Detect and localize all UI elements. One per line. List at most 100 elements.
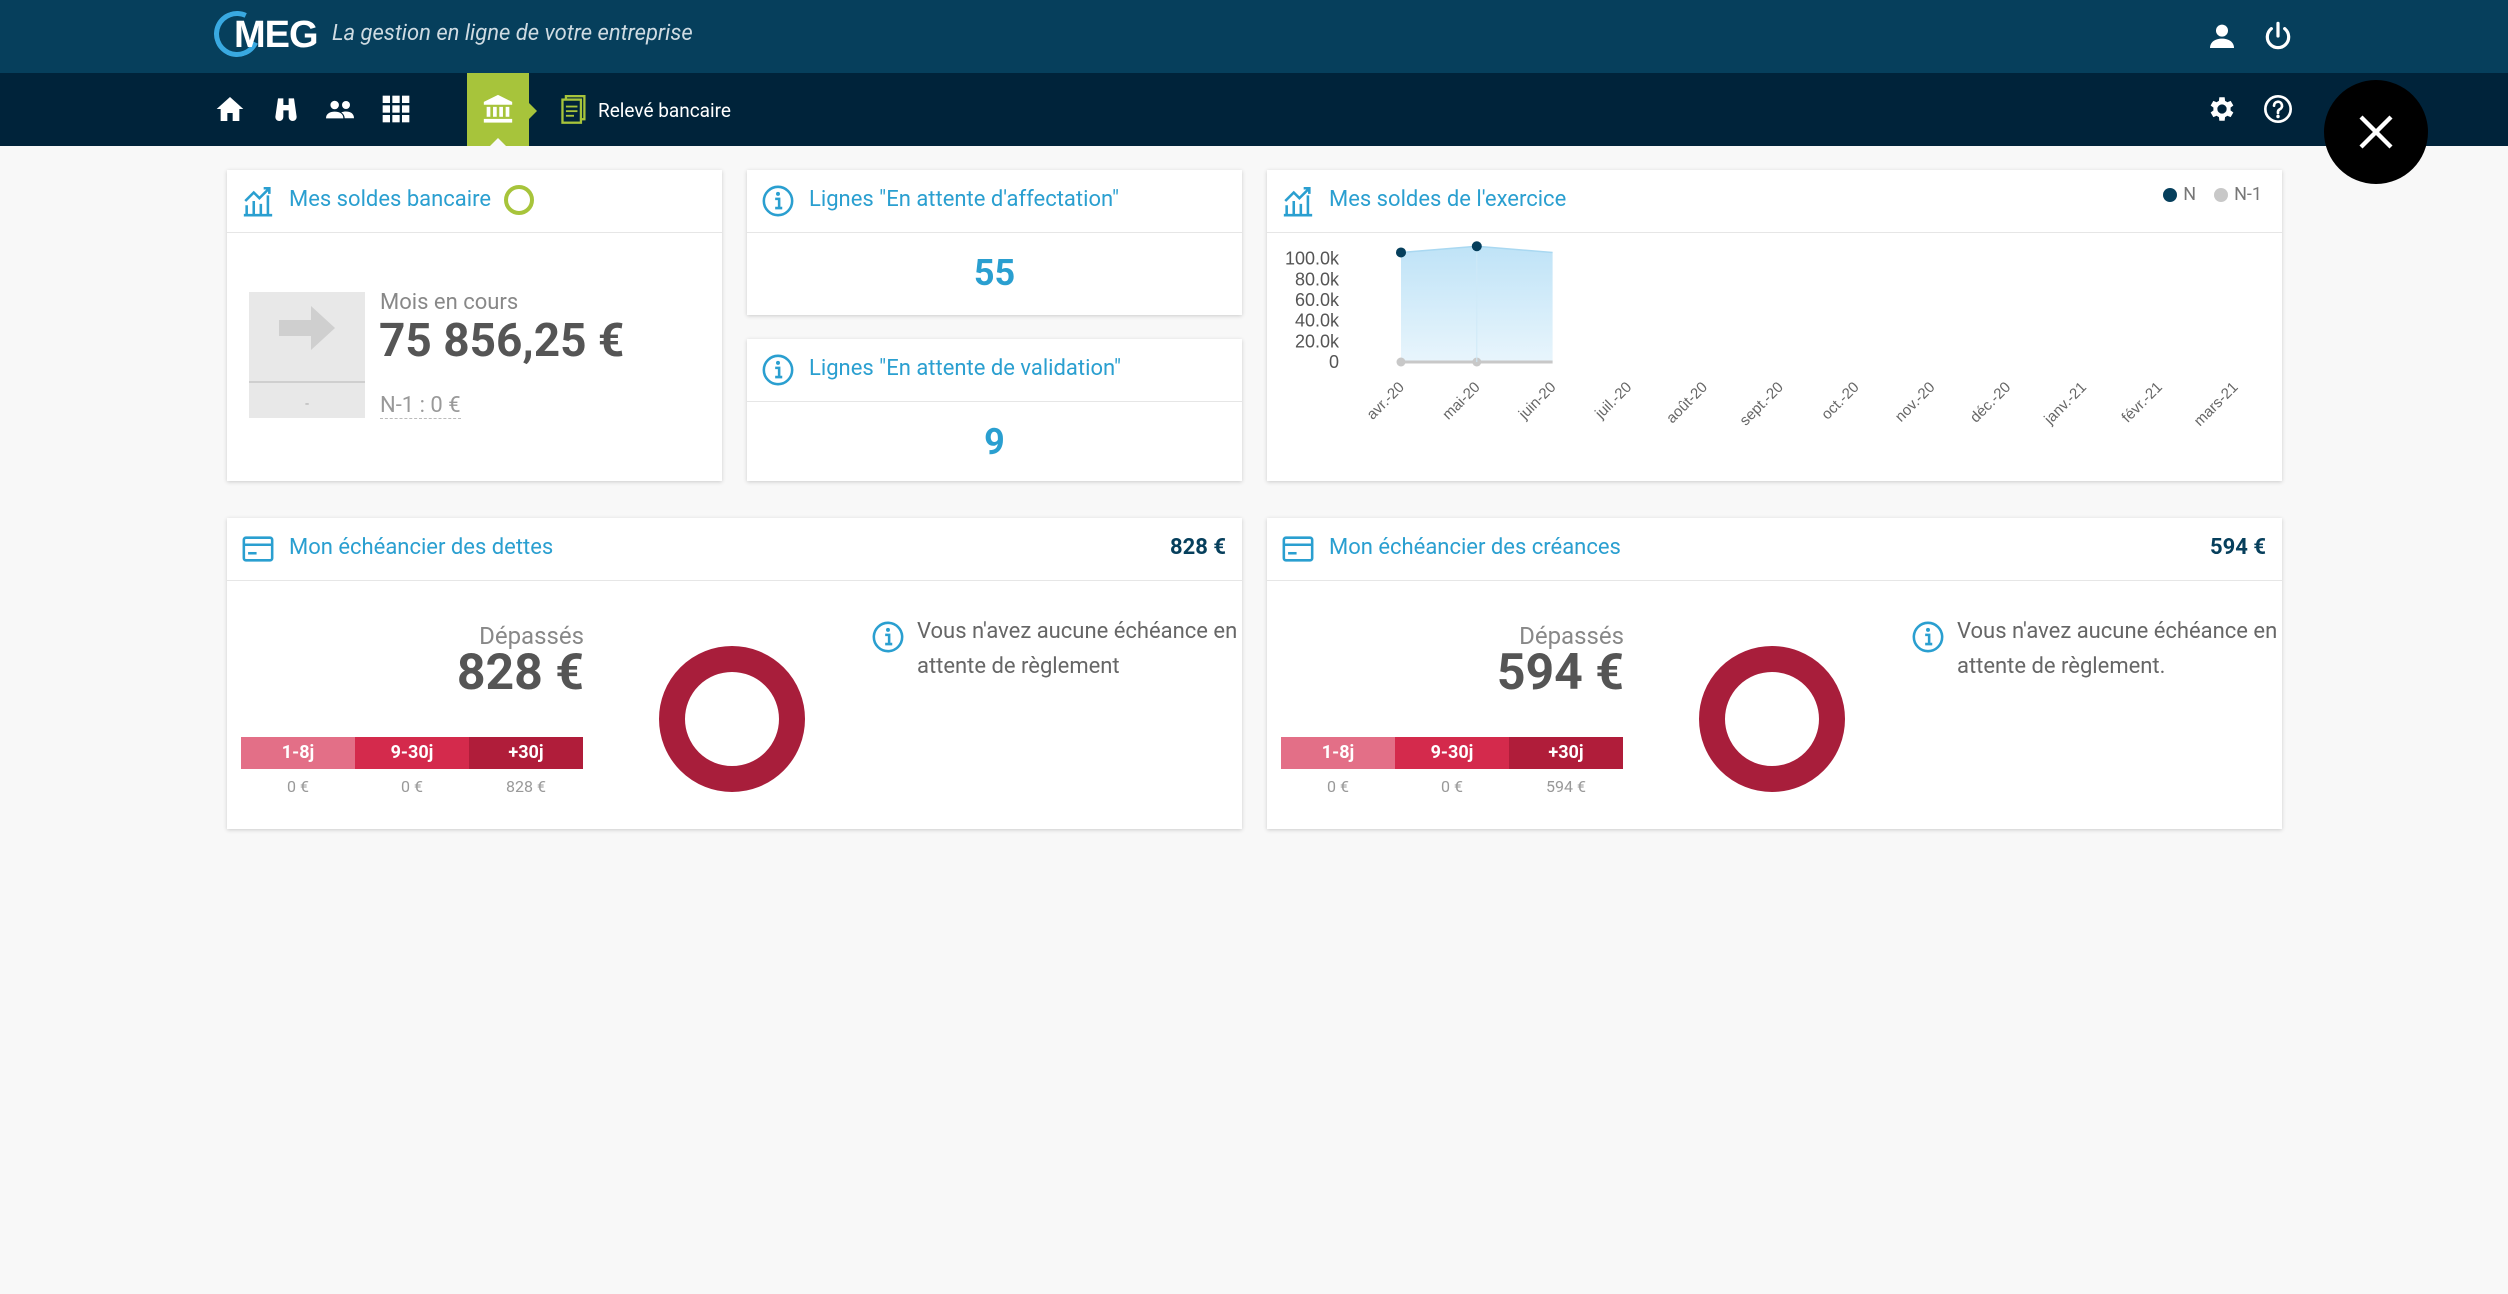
document-icon [561,95,586,124]
card-title: Mon échéancier des dettes [289,535,554,560]
pending-assignment-card[interactable]: Lignes "En attente d'affectation" 55 [747,170,1242,315]
debts-total: 828 € [1170,535,1226,560]
card-header: Mon échéancier des créances 594 € [1267,518,2282,581]
legend-dot-current [2163,187,2178,202]
current-month-label: Mois en cours [380,290,519,315]
bank-icon [483,94,513,123]
tagline: La gestion en ligne de votre entreprise [332,21,693,46]
info-icon [762,354,794,386]
series-point-n-1 [1396,357,1406,367]
bucket-label: +30j [1509,737,1623,769]
aging-buckets: 1-8j 0 € 9-30j 0 € +30j 594 € [1281,737,1623,796]
x-tick-label: oct.-20 [1818,379,1862,423]
balance-chart: 020.0k40.0k60.0k80.0k100.0k avr.-20 mai-20… [1285,241,2242,430]
bucket-label: 9-30j [355,737,469,769]
home-icon[interactable] [214,93,246,125]
meg-logo[interactable]: MEG [207,4,319,64]
legend-dot-previous [2214,187,2229,202]
bucket-30-plus[interactable]: +30j 594 € [1509,737,1623,796]
x-tick-label: mars-21 [2191,379,2242,430]
bucket-30-plus[interactable]: +30j 828 € [469,737,583,796]
chart-growth-icon [1283,186,1313,217]
x-tick-label: janv.-21 [2040,379,2090,429]
close-icon [2359,115,2393,149]
bucket-label: +30j [469,737,583,769]
x-tick-label: juin-20 [1515,379,1560,424]
nav-bar: Relevé bancaire [0,73,2508,146]
info-icon [872,621,904,653]
series-point-n [1396,247,1406,258]
legend-current-label[interactable]: N [2183,184,2196,205]
card-title: Lignes "En attente d'affectation" [809,187,1120,212]
logo-text: MEG [234,14,319,56]
nav-item-bank-active[interactable] [467,73,537,146]
card-title: Lignes "En attente de validation" [809,356,1122,381]
y-tick-label: 60.0k [1295,290,1340,310]
top-bar: MEG La gestion en ligne de votre entrepr… [0,0,2508,73]
arrow-right-icon [279,306,335,350]
card-title: Mon échéancier des créances [1329,535,1621,560]
x-tick-label: août-20 [1663,379,1711,427]
loading-spinner [504,185,534,215]
no-pending-message: Vous n'avez aucune échéance en attente d… [917,619,1238,679]
bucket-amount: 0 € [1327,777,1349,796]
chart-legend: N N-1 [2163,184,2262,205]
bucket-amount: 594 € [1546,777,1586,796]
bucket-amount: 0 € [401,777,423,796]
fiscal-balance-card: Mes soldes de l'exercice N N-1 0 20.0k 40.… [1267,170,2282,481]
bank-balance-card: Mes soldes bancaire - Mois en cours 75 8… [227,170,722,481]
receivables-donut-chart[interactable] [1699,646,1845,792]
bucket-9-30[interactable]: 9-30j 0 € [355,737,469,796]
gear-icon[interactable] [2206,93,2238,125]
y-tick-label: 100.0k [1285,249,1340,269]
trend-arrow-box: - [249,292,365,418]
aging-buckets: 1-8j 0 € 9-30j 0 € +30j 828 € [241,737,583,796]
legend-previous-label[interactable]: N-1 [2234,184,2262,205]
x-tick-label: juil.-20 [1591,379,1635,423]
bucket-1-8[interactable]: 1-8j 0 € [1281,737,1395,796]
previous-year-balance[interactable]: N-1 : 0 € [380,393,461,419]
pending-validation-card[interactable]: Lignes "En attente de validation" 9 [747,339,1242,481]
bucket-amount: 828 € [506,777,546,796]
x-tick-label: déc.-20 [1967,379,2014,426]
divider [249,381,365,383]
credit-card-icon [242,536,274,562]
credit-card-icon [1282,536,1314,562]
debts-donut-chart[interactable] [659,646,805,792]
bucket-1-8[interactable]: 1-8j 0 € [241,737,355,796]
card-header: Mes soldes de l'exercice N N-1 [1267,170,2282,233]
pending-validation-count[interactable]: 9 [747,421,1242,463]
close-button[interactable] [2324,80,2428,184]
receivables-schedule-card: Mon échéancier des créances 594 € Dépass… [1267,518,2282,829]
y-tick-label: 20.0k [1295,331,1340,351]
help-icon[interactable] [2262,93,2294,125]
y-tick-label: 40.0k [1295,311,1340,331]
x-tick-label: avr.-20 [1363,379,1407,423]
y-tick-label: 0 [1329,352,1339,372]
card-title: Mes soldes de l'exercice [1329,187,1567,212]
apps-grid-icon[interactable] [380,93,412,125]
current-month-balance: 75 856,25 € [379,314,625,368]
pending-assignment-count[interactable]: 55 [747,252,1242,294]
breadcrumb[interactable]: Relevé bancaire [560,95,731,125]
x-tick-label: mai-20 [1439,379,1483,423]
bucket-label: 9-30j [1395,737,1509,769]
placeholder-dash: - [305,396,309,412]
x-tick-label: févr.-21 [2118,379,2165,426]
card-header: Lignes "En attente de validation" [747,339,1242,402]
people-icon[interactable] [324,93,356,125]
no-pending-message: Vous n'avez aucune échéance en attente d… [1957,619,2278,679]
card-header: Mes soldes bancaire [227,170,722,233]
bucket-amount: 0 € [287,777,309,796]
breadcrumb-label: Relevé bancaire [598,98,731,122]
series-point-n [1471,241,1482,252]
binoculars-icon[interactable] [270,93,302,125]
bucket-9-30[interactable]: 9-30j 0 € [1395,737,1509,796]
user-icon[interactable] [2206,20,2238,52]
chart-growth-icon [243,186,273,217]
overdue-amount: 594 € [1496,644,1624,702]
info-icon [1912,621,1944,653]
power-icon[interactable] [2262,20,2294,52]
bucket-label: 1-8j [1281,737,1395,769]
overdue-amount: 828 € [456,644,584,702]
